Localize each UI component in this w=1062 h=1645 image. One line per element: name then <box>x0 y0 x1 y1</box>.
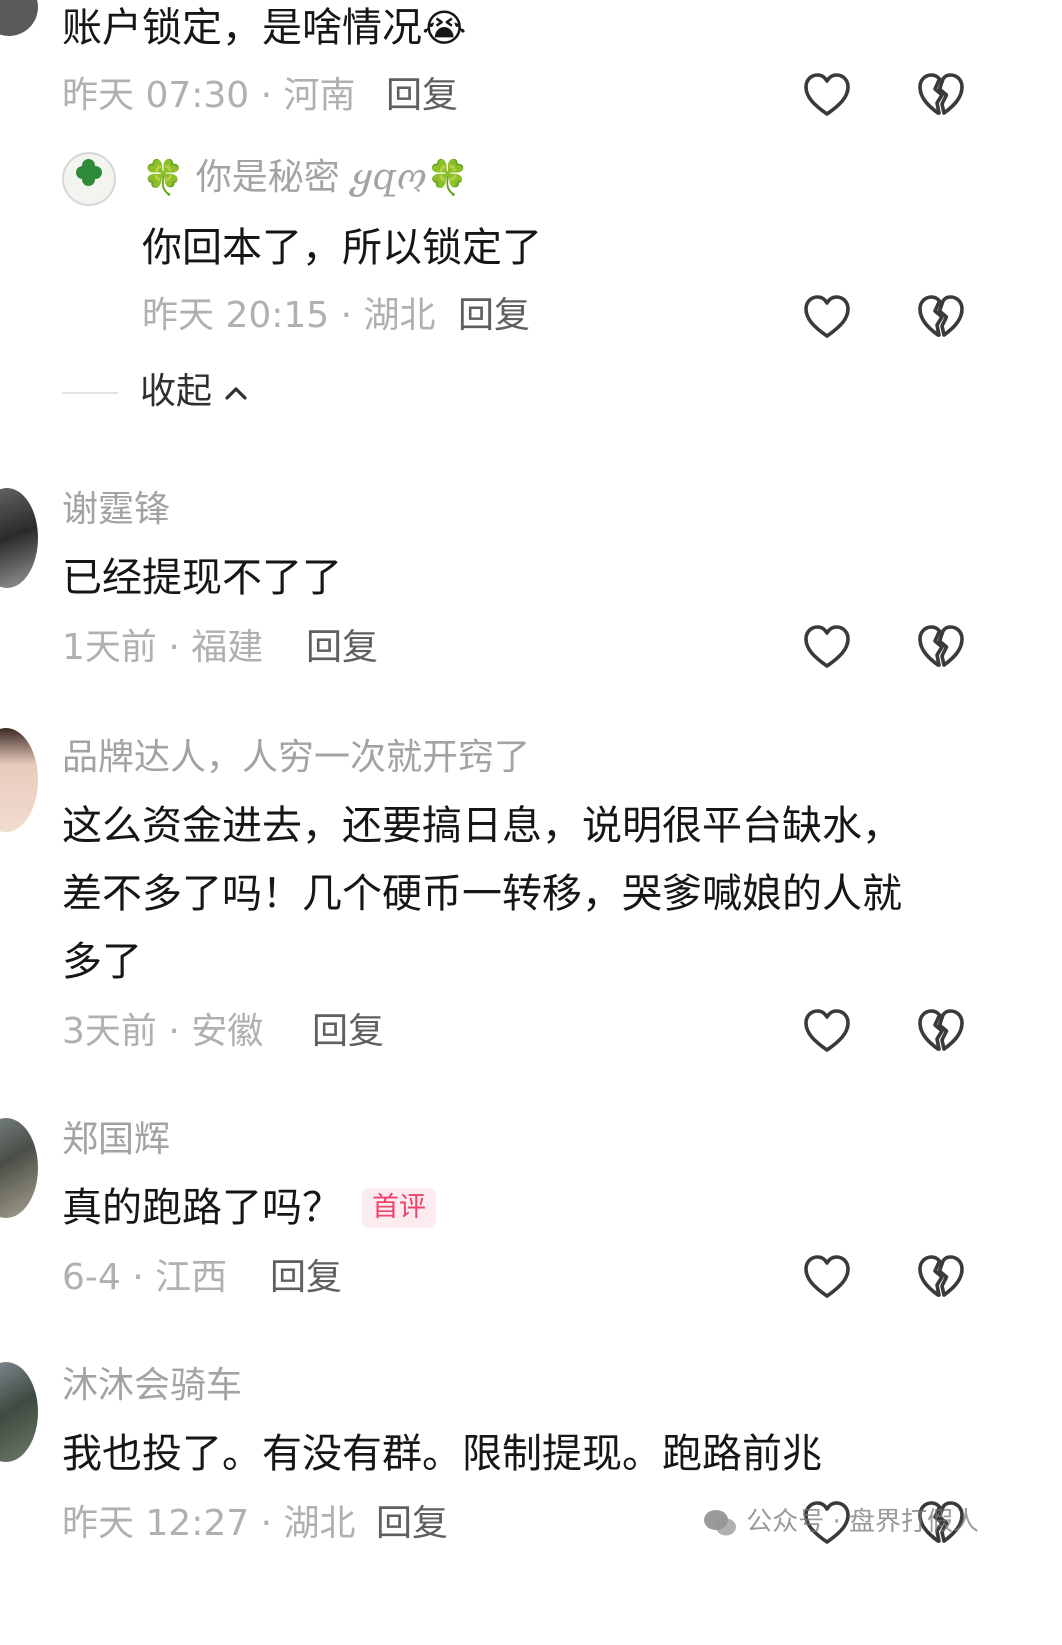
broken-heart-icon[interactable] <box>916 294 966 340</box>
comment-meta: 昨天 07:30 · 河南 <box>62 75 356 116</box>
heart-icon[interactable] <box>802 1254 852 1300</box>
clover-icon <box>76 159 104 186</box>
comment-text-line: 这么资金进去，还要搞日息，说明很平台缺水， <box>62 803 902 849</box>
comment-meta: 3天前 · 安徽 <box>62 1011 264 1052</box>
heart-icon[interactable] <box>802 72 852 118</box>
reply-button[interactable]: 回复 <box>306 626 378 670</box>
clover-emoji: 🍀 <box>426 158 470 198</box>
avatar[interactable] <box>0 1118 38 1218</box>
reply-button[interactable]: 回复 <box>312 1010 384 1054</box>
comment-username[interactable]: 郑国辉 <box>62 1118 170 1162</box>
broken-heart-icon[interactable] <box>916 1254 966 1300</box>
reply-text: 你回本了，所以锁定了 <box>142 225 542 271</box>
heart-icon[interactable] <box>802 294 852 340</box>
reply-avatar[interactable] <box>62 152 116 206</box>
first-comment-badge: 首评 <box>362 1188 436 1228</box>
comment-meta: 6-4 · 江西 <box>62 1257 228 1298</box>
comment-text: 真的跑路了吗？ <box>62 1185 342 1231</box>
chevron-up-icon <box>225 387 248 400</box>
comment-text: 已经提现不了了 <box>62 555 342 601</box>
comment-text-line: 差不多了吗！几个硬币一转移，哭爹喊娘的人就 <box>62 871 902 917</box>
clover-emoji: 🍀 <box>142 158 185 198</box>
reply-button[interactable]: 回复 <box>386 74 458 118</box>
comment-username[interactable]: 沐沐会骑车 <box>62 1364 242 1408</box>
comment-username[interactable]: 谢霆锋 <box>62 488 170 532</box>
watermark: 公众号 · 盘界打假人 <box>702 1506 979 1538</box>
avatar[interactable] <box>0 488 38 588</box>
collapse-divider <box>62 392 118 394</box>
broken-heart-icon[interactable] <box>916 624 966 670</box>
wechat-icon <box>704 1509 736 1535</box>
avatar[interactable] <box>0 0 38 36</box>
reply-button[interactable]: 回复 <box>458 294 530 338</box>
heart-icon[interactable] <box>802 1008 852 1054</box>
reply-meta: 昨天 20:15 · 湖北 <box>142 295 436 336</box>
avatar[interactable] <box>0 1362 38 1462</box>
heart-icon[interactable] <box>802 624 852 670</box>
reply-username[interactable]: 🍀 你是秘密 ყզო🍀 <box>142 156 469 200</box>
comment-text: 账户锁定，是啥情况😭 <box>62 5 467 51</box>
crying-emoji: 😭 <box>422 6 467 50</box>
broken-heart-icon[interactable] <box>916 1008 966 1054</box>
comment-text-line: 多了 <box>62 939 142 985</box>
comment-meta: 1天前 · 福建 <box>62 627 264 668</box>
broken-heart-icon[interactable] <box>916 72 966 118</box>
comment-text: 我也投了。有没有群。限制提现。跑路前兆 <box>62 1431 822 1477</box>
avatar[interactable] <box>0 728 38 832</box>
collapse-button[interactable]: 收起 <box>140 370 249 414</box>
reply-button[interactable]: 回复 <box>376 1502 448 1546</box>
comment-username[interactable]: 品牌达人，人穷一次就开窍了 <box>62 736 530 780</box>
reply-button[interactable]: 回复 <box>270 1256 342 1300</box>
comment-meta: 昨天 12:27 · 湖北 <box>62 1503 356 1544</box>
